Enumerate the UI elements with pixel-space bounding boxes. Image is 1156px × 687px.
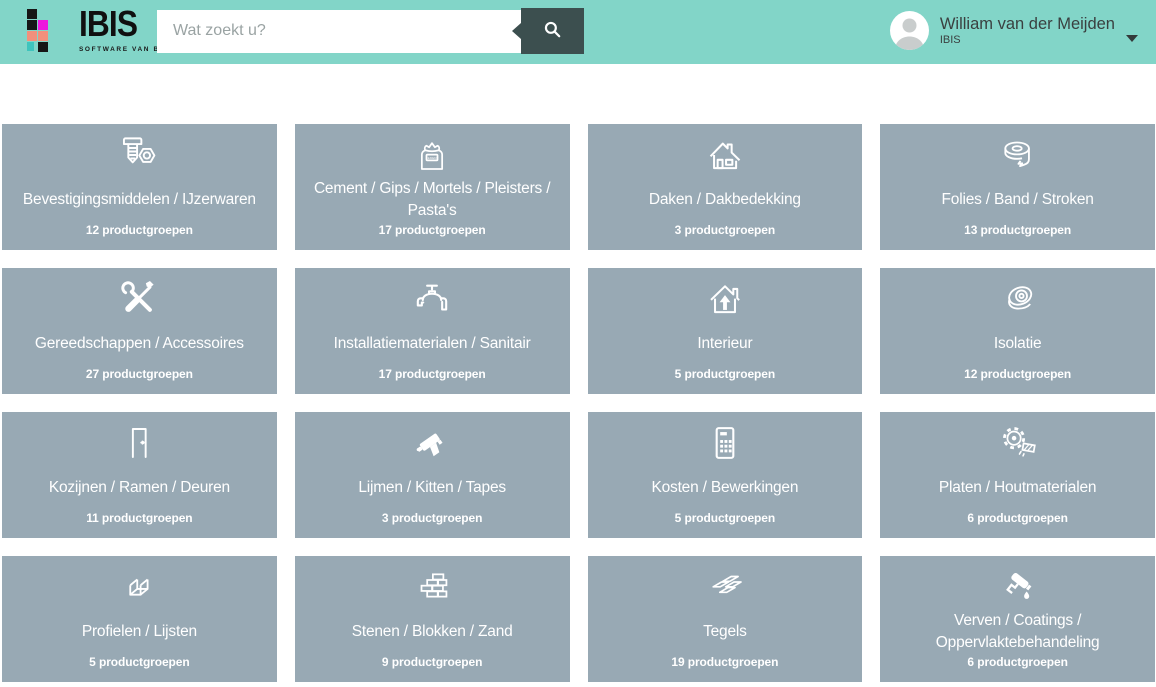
tools-icon [115,277,163,321]
category-count: 19 productgroepen [671,655,778,669]
category-tile[interactable]: Kozijnen / Ramen / Deuren 11 productgroe… [2,412,277,538]
roof-icon [701,133,749,177]
tiles-icon [701,565,749,609]
search-icon [543,20,562,42]
category-title: Profielen / Lijsten [82,609,197,655]
avatar [890,11,929,50]
tape-roll-icon [994,133,1042,177]
category-title: Cement / Gips / Mortels / Pleisters / Pa… [303,177,562,223]
category-count: 11 productgroepen [86,511,192,525]
category-tile[interactable]: Kosten / Bewerkingen 5 productgroepen [588,412,863,538]
saw-blade-icon [994,421,1042,465]
user-org: IBIS [940,34,1115,47]
category-count: 17 productgroepen [379,223,486,237]
user-name: William van der Meijden [940,14,1115,34]
door-icon [115,421,163,465]
category-title: Lijmen / Kitten / Tapes [358,465,506,511]
category-title: Kozijnen / Ramen / Deuren [49,465,230,511]
page: IBIS SOFTWARE VAN BRINK William van der … [0,0,1156,687]
category-tile[interactable]: Gereedschappen / Accessoires 27 productg… [2,268,277,394]
category-count: 12 productgroepen [86,223,193,237]
category-count: 5 productgroepen [675,511,775,525]
bricks-icon [408,565,456,609]
interior-icon [701,277,749,321]
category-title: Tegels [703,609,747,655]
category-count: 13 productgroepen [964,223,1071,237]
category-tile[interactable]: Interieur 5 productgroepen [588,268,863,394]
category-count: 3 productgroepen [382,511,482,525]
category-title: Stenen / Blokken / Zand [352,609,513,655]
user-text: William van der Meijden IBIS [940,14,1115,47]
category-count: 6 productgroepen [967,511,1067,525]
category-count: 5 productgroepen [675,367,775,381]
category-tile[interactable]: Profielen / Lijsten 5 productgroepen [2,556,277,682]
category-tile[interactable]: Stenen / Blokken / Zand 9 productgroepen [295,556,570,682]
category-tile[interactable]: Daken / Dakbedekking 3 productgroepen [588,124,863,250]
category-grid: Bevestigingsmiddelen / IJzerwaren 12 pro… [2,124,1155,682]
faucet-icon [408,277,456,321]
category-tile[interactable]: Verven / Coatings / Oppervlaktebehandeli… [880,556,1155,682]
search-bar [157,8,584,54]
category-tile[interactable]: Tegels 19 productgroepen [588,556,863,682]
category-title: Daken / Dakbedekking [649,177,801,223]
category-tile[interactable]: Folies / Band / Stroken 13 productgroepe… [880,124,1155,250]
profile-icon [115,565,163,609]
bolt-nut-icon [115,133,163,177]
category-title: Platen / Houtmaterialen [939,465,1096,511]
calculator-icon [701,421,749,465]
category-count: 17 productgroepen [379,367,486,381]
category-title: Isolatie [994,321,1042,367]
top-bar: IBIS SOFTWARE VAN BRINK William van der … [0,0,1156,64]
category-title: Installatiematerialen / Sanitair [334,321,531,367]
person-icon [890,11,929,50]
search-input[interactable] [157,10,521,53]
category-count: 5 productgroepen [89,655,189,669]
user-menu[interactable]: William van der Meijden IBIS [890,11,1138,50]
glue-gun-icon [408,421,456,465]
category-tile[interactable]: CEMENT Cement / Gips / Mortels / Pleiste… [295,124,570,250]
chevron-down-icon[interactable] [1126,35,1138,42]
category-title: Kosten / Bewerkingen [651,465,798,511]
category-title: Interieur [697,321,752,367]
category-tile[interactable]: Isolatie 12 productgroepen [880,268,1155,394]
category-title: Folies / Band / Stroken [942,177,1094,223]
category-count: 3 productgroepen [675,223,775,237]
category-count: 6 productgroepen [967,655,1067,669]
category-count: 27 productgroepen [86,367,193,381]
category-title: Bevestigingsmiddelen / IJzerwaren [23,177,256,223]
category-tile[interactable]: Installatiematerialen / Sanitair 17 prod… [295,268,570,394]
category-title: Verven / Coatings / Oppervlaktebehandeli… [888,609,1147,655]
paint-roller-icon [994,565,1042,609]
ibis-pixel-logo-icon [27,9,70,52]
svg-text:CEMENT: CEMENT [426,156,439,160]
category-tile[interactable]: Bevestigingsmiddelen / IJzerwaren 12 pro… [2,124,277,250]
search-button[interactable] [521,8,584,54]
category-title: Gereedschappen / Accessoires [35,321,244,367]
category-count: 9 productgroepen [382,655,482,669]
insulation-icon [994,277,1042,321]
category-tile[interactable]: Lijmen / Kitten / Tapes 3 productgroepen [295,412,570,538]
category-count: 12 productgroepen [964,367,1071,381]
cement-bag-icon: CEMENT [408,133,456,177]
category-tile[interactable]: Platen / Houtmaterialen 6 productgroepen [880,412,1155,538]
